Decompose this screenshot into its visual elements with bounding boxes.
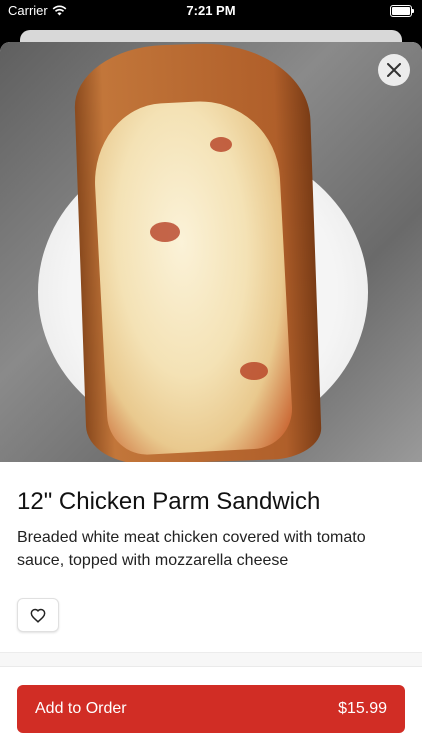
- item-photo: [0, 42, 422, 462]
- item-description: Breaded white meat chicken covered with …: [17, 529, 366, 569]
- item-price: $15.99: [338, 700, 387, 717]
- heart-icon: [30, 608, 46, 623]
- cheese-shape: [90, 97, 295, 457]
- close-button[interactable]: [378, 54, 410, 86]
- item-detail-sheet: 12" Chicken Parm Sandwich Breaded white …: [0, 42, 422, 750]
- item-title: 12" Chicken Parm Sandwich: [17, 488, 321, 515]
- close-icon: [387, 63, 401, 77]
- item-details: 12" Chicken Parm Sandwich Breaded white …: [0, 462, 422, 632]
- status-time: 7:21 PM: [186, 3, 236, 18]
- bottom-action-bar: Add to Order $15.99: [0, 666, 422, 750]
- sauce-spot: [210, 137, 232, 152]
- sauce-spot: [150, 222, 180, 242]
- status-bar: Carrier 7:21 PM: [0, 0, 422, 22]
- sauce-spot: [240, 362, 268, 380]
- add-to-order-label: Add to Order: [35, 700, 127, 717]
- add-to-order-button[interactable]: Add to Order $15.99: [17, 685, 405, 733]
- battery-icon: [390, 5, 414, 17]
- section-divider: [0, 652, 422, 667]
- favorite-button[interactable]: [17, 598, 59, 632]
